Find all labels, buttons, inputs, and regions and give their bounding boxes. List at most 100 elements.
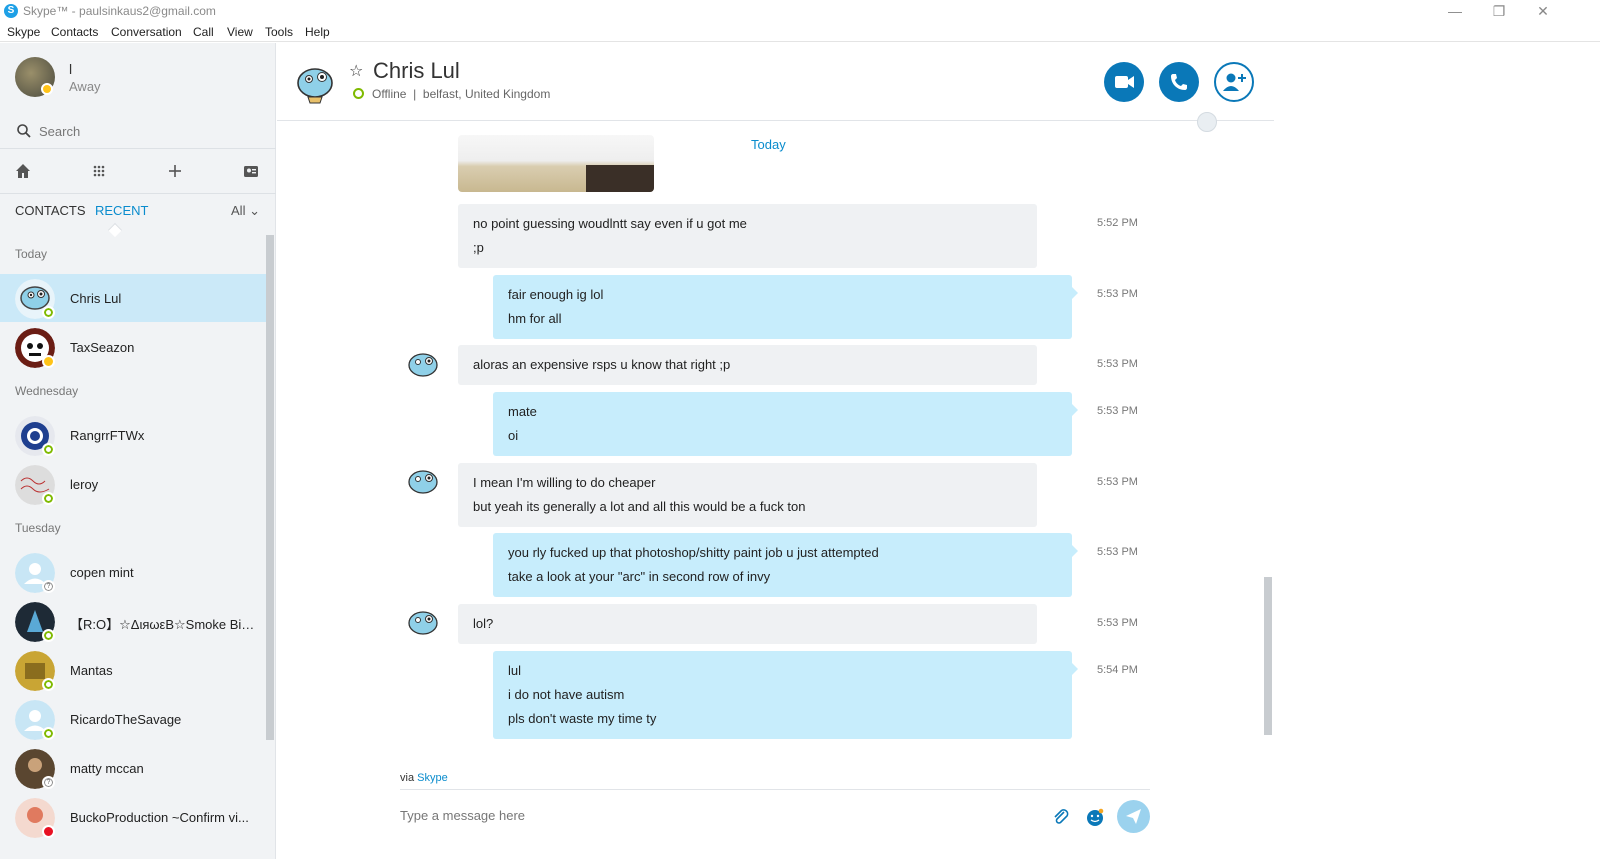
sender-avatar[interactable] <box>405 606 441 642</box>
minimize-button[interactable]: — <box>1432 0 1478 22</box>
add-people-button[interactable] <box>1214 62 1254 102</box>
search-input[interactable]: Search <box>39 124 80 139</box>
message-line: mate <box>508 404 537 419</box>
contact-name: 【R:O】☆ΔιяωεΒ☆Smoke Big【... <box>70 617 260 632</box>
message-line: lol? <box>473 616 494 631</box>
via-skype-link[interactable]: Skype <box>417 772 448 784</box>
online-status-icon <box>42 306 55 319</box>
send-arrow-icon <box>1126 809 1141 824</box>
online-status-icon <box>42 727 55 740</box>
search-box[interactable]: Search <box>14 121 262 143</box>
shared-image-thumbnail[interactable] <box>458 135 654 192</box>
video-call-button[interactable] <box>1104 62 1144 102</box>
menu-skype[interactable]: Skype <box>7 25 40 39</box>
contact-item[interactable]: Chris Lul <box>0 274 266 322</box>
chat-contact-name: Chris Lul <box>373 58 460 83</box>
contact-item[interactable]: TaxSeazon <box>0 323 266 371</box>
chat-contact-status: Offline | belfast, United Kingdom <box>353 87 550 101</box>
my-name[interactable]: l <box>69 61 72 77</box>
contact-item[interactable]: RangrrFTWx <box>0 411 266 459</box>
incoming-message[interactable]: I mean I'm willing to do cheaper but yea… <box>458 463 1037 527</box>
outgoing-message[interactable]: fair enough ig lol hm for all <box>493 275 1078 339</box>
message-line: i do not have autism <box>508 687 625 702</box>
outgoing-message[interactable]: you rly fucked up that photoshop/shitty … <box>493 533 1078 597</box>
section-tuesday: Tuesday <box>15 521 61 535</box>
incoming-message[interactable]: no point guessing woudlntt say even if u… <box>458 204 1037 268</box>
contact-item[interactable]: ? copen mint <box>0 548 266 596</box>
contact-name: BuckoProduction ~Confirm vi... <box>70 810 249 825</box>
contact-item[interactable]: RicardoTheSavage <box>0 695 266 743</box>
close-button[interactable]: ✕ <box>1520 0 1566 22</box>
message-line: you rly fucked up that photoshop/shitty … <box>508 545 879 560</box>
sidebar-scrollbar[interactable] <box>266 235 274 740</box>
video-camera-icon <box>1115 76 1134 88</box>
add-icon[interactable] <box>165 161 185 181</box>
incoming-message[interactable]: aloras an expensive rsps u know that rig… <box>458 345 1037 385</box>
contact-name: Chris Lul <box>70 291 122 306</box>
sender-avatar[interactable] <box>405 465 441 501</box>
incoming-message[interactable]: lol? <box>458 604 1037 644</box>
menu-call[interactable]: Call <box>193 25 214 39</box>
message-line: but yeah its generally a lot and all thi… <box>473 499 806 514</box>
audio-call-button[interactable] <box>1159 62 1199 102</box>
window-title: Skype™ - paulsinkaus2@gmail.com <box>23 4 216 18</box>
contact-name: copen mint <box>70 565 134 580</box>
message-area: Today no point guessing woudlntt say eve… <box>277 122 1274 762</box>
filter-label: All <box>231 203 246 218</box>
my-status[interactable]: Away <box>69 79 101 94</box>
contact-name: RangrrFTWx <box>70 428 145 443</box>
tab-recent[interactable]: RECENT <box>95 203 148 218</box>
filter-dropdown[interactable]: All ⌄ <box>231 203 260 219</box>
menu-bar: Skype Contacts Conversation Call View To… <box>0 22 1600 42</box>
contact-item[interactable]: BuckoProduction ~Confirm vi... <box>0 793 266 841</box>
online-status-icon <box>42 629 55 642</box>
outgoing-message[interactable]: mate oi <box>493 392 1078 456</box>
offline-status-icon <box>353 88 364 99</box>
message-line: no point guessing woudlntt say even if u… <box>473 216 747 231</box>
home-icon[interactable] <box>13 161 33 181</box>
message-timestamp: 5:53 PM <box>1097 358 1138 370</box>
paperclip-icon[interactable] <box>1050 806 1072 828</box>
menu-conversation[interactable]: Conversation <box>111 25 182 39</box>
message-line: lul <box>508 663 522 678</box>
menu-view[interactable]: View <box>227 25 253 39</box>
chevron-down-icon: ⌄ <box>249 203 260 218</box>
online-status-icon <box>42 443 55 456</box>
outgoing-message[interactable]: lul i do not have autism pls don't waste… <box>493 651 1078 739</box>
contact-item[interactable]: ? matty mccan <box>0 744 266 792</box>
message-line: fair enough ig lol <box>508 287 604 302</box>
restore-button[interactable]: ❐ <box>1476 0 1522 22</box>
contact-name: Mantas <box>70 663 113 678</box>
chat-contact-avatar[interactable] <box>292 61 338 107</box>
chat-header: ☆ Chris Lul Offline | belfast, United Ki… <box>277 43 1274 132</box>
via-label: via Skype <box>400 772 448 784</box>
contact-item[interactable]: leroy <box>0 460 266 508</box>
menu-help[interactable]: Help <box>305 25 330 39</box>
send-button[interactable] <box>1117 800 1150 833</box>
status-text: Offline <box>372 87 407 101</box>
away-status-icon <box>41 83 53 95</box>
message-composer: Type a message here <box>400 789 1150 839</box>
menu-contacts[interactable]: Contacts <box>51 25 98 39</box>
my-avatar[interactable] <box>15 57 55 97</box>
contact-name: TaxSeazon <box>70 340 135 355</box>
add-person-icon <box>1223 73 1246 91</box>
contact-name: matty mccan <box>70 761 144 776</box>
message-timestamp: 5:53 PM <box>1097 405 1138 417</box>
tab-indicator <box>107 222 123 238</box>
sender-avatar[interactable] <box>405 348 441 384</box>
chat-scrollbar[interactable] <box>1264 577 1272 735</box>
contact-item[interactable]: Mantas <box>0 646 266 694</box>
emoticon-icon[interactable] <box>1084 806 1106 828</box>
tab-contacts[interactable]: CONTACTS <box>15 203 86 218</box>
location-text: belfast, United Kingdom <box>422 87 551 101</box>
message-timestamp: 5:53 PM <box>1097 617 1138 629</box>
section-wednesday: Wednesday <box>15 384 79 398</box>
dialpad-icon[interactable] <box>89 161 109 181</box>
contact-item[interactable]: 【R:O】☆ΔιяωεΒ☆Smoke Big【... <box>0 597 266 645</box>
menu-tools[interactable]: Tools <box>265 25 293 39</box>
contact-card-icon[interactable] <box>241 161 261 181</box>
contact-name: RicardoTheSavage <box>70 712 182 727</box>
message-input[interactable]: Type a message here <box>400 808 525 823</box>
favorite-star-icon[interactable]: ☆ <box>349 61 363 81</box>
